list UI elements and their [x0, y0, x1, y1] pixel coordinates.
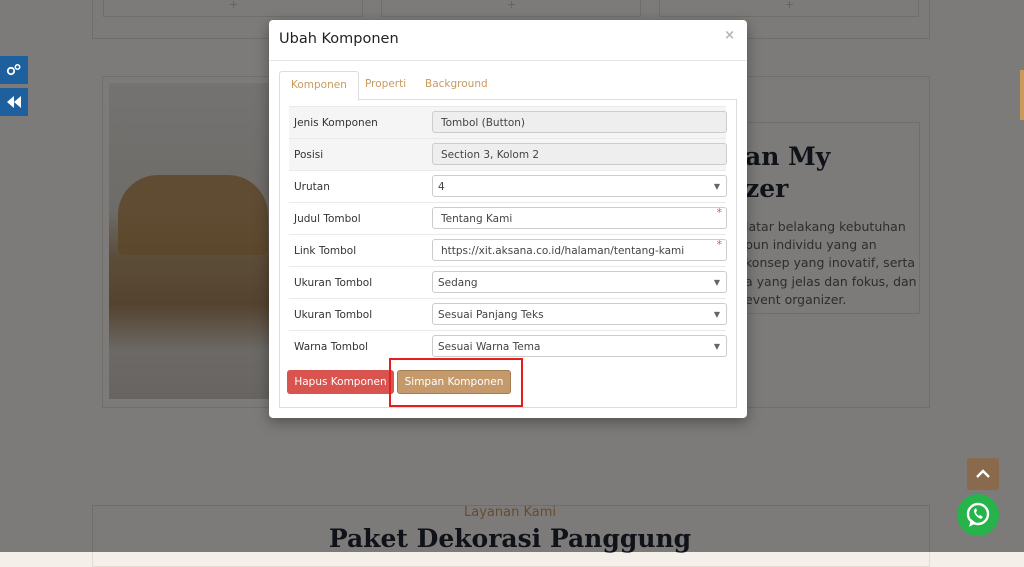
button-size-select[interactable]: Sedang ▼: [432, 271, 727, 293]
scroll-top-button[interactable]: [967, 458, 999, 490]
double-left-arrow-icon: [7, 96, 21, 108]
button-color-value: Sesuai Warna Tema: [438, 341, 541, 353]
button-width-value: Sesuai Panjang Teks: [438, 309, 544, 321]
tab-komponen[interactable]: Komponen: [279, 71, 359, 101]
tab-background[interactable]: Background: [414, 71, 499, 98]
button-title-input[interactable]: Tentang Kami *: [432, 206, 727, 229]
button-link-input[interactable]: https://xit.aksana.co.id/halaman/tentang…: [432, 238, 727, 261]
modal-title: Ubah Komponen: [279, 31, 399, 47]
form-row-ukuran-tombol: Ukuran Tombol Sedang ▼: [289, 266, 727, 299]
form-row-posisi: Posisi Section 3, Kolom 2: [289, 138, 727, 171]
button-width-select[interactable]: Sesuai Panjang Teks ▼: [432, 303, 727, 325]
button-size-value: Sedang: [438, 277, 478, 289]
position-field: Section 3, Kolom 2: [432, 143, 727, 165]
modal-tabs: Komponen Properti Background: [279, 71, 737, 101]
highlight-box: [389, 358, 523, 407]
close-icon[interactable]: ×: [724, 28, 735, 43]
button-link-value: https://xit.aksana.co.id/halaman/tentang…: [441, 245, 685, 257]
order-select-value: 4: [438, 181, 445, 193]
field-label: Ukuran Tombol: [294, 277, 373, 289]
field-label: Judul Tombol: [294, 213, 361, 225]
settings-button[interactable]: [0, 56, 28, 84]
whatsapp-icon: [966, 502, 990, 527]
field-label: Link Tombol: [294, 245, 357, 257]
field-label: Jenis Komponen: [294, 117, 378, 129]
form-row-urutan: Urutan 4 ▼: [289, 170, 727, 203]
collapse-sidebar-button[interactable]: [0, 88, 28, 116]
gears-icon: [6, 64, 21, 76]
field-label: Posisi: [294, 149, 324, 161]
delete-component-button[interactable]: Hapus Komponen: [287, 370, 394, 394]
scroll-accent: [1020, 70, 1024, 120]
order-select[interactable]: 4 ▼: [432, 175, 727, 197]
form-row-jenis-komponen: Jenis Komponen Tombol (Button): [289, 106, 727, 139]
whatsapp-button[interactable]: [957, 494, 999, 536]
field-label: Warna Tombol: [294, 341, 368, 353]
component-type-field: Tombol (Button): [432, 111, 727, 133]
modal-header: Ubah Komponen ×: [269, 20, 747, 61]
form-row-judul-tombol: Judul Tombol Tentang Kami *: [289, 202, 727, 235]
tab-properti[interactable]: Properti: [354, 71, 417, 98]
field-label: Urutan: [294, 181, 330, 193]
required-icon: *: [716, 206, 723, 219]
chevron-up-icon: [976, 469, 990, 478]
button-color-select[interactable]: Sesuai Warna Tema ▼: [432, 335, 727, 357]
caret-down-icon: ▼: [713, 342, 720, 351]
required-icon: *: [716, 238, 723, 251]
form-row-link-tombol: Link Tombol https://xit.aksana.co.id/hal…: [289, 234, 727, 267]
caret-down-icon: ▼: [713, 182, 720, 191]
caret-down-icon: ▼: [713, 310, 720, 319]
field-label: Ukuran Tombol: [294, 309, 373, 321]
caret-down-icon: ▼: [713, 278, 720, 287]
form-row-ukuran-tombol-width: Ukuran Tombol Sesuai Panjang Teks ▼: [289, 298, 727, 331]
button-title-value: Tentang Kami: [441, 213, 513, 225]
